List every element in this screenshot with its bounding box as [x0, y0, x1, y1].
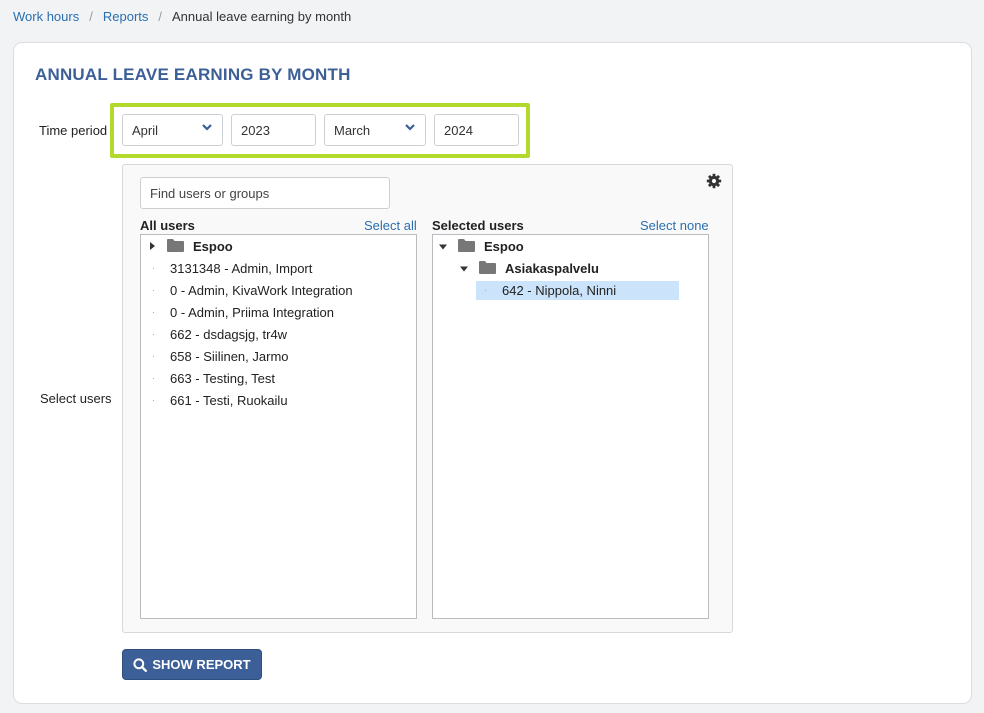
- start-year-value: 2023: [241, 122, 270, 138]
- tree-group-label: Espoo: [193, 238, 233, 254]
- tree-user-label: 3131348 - Admin, Import: [170, 260, 313, 276]
- breadcrumb-work-hours[interactable]: Work hours: [13, 9, 79, 24]
- tree-user-label: 663 - Testing, Test: [170, 370, 276, 386]
- select-users-label: Select users: [40, 391, 112, 406]
- breadcrumb: Work hours / Reports / Annual leave earn…: [13, 9, 351, 24]
- select-none-link[interactable]: Select none: [640, 218, 709, 233]
- tree-user-item[interactable]: 0 - Admin, KivaWork Integration: [141, 280, 416, 300]
- tree-user-item[interactable]: 661 - Testi, Ruokailu: [141, 390, 416, 410]
- start-month-value: April: [132, 122, 159, 138]
- tree-user-label: 658 - Siilinen, Jarmo: [170, 348, 289, 364]
- show-report-button[interactable]: SHOW REPORT: [122, 649, 262, 680]
- user-selector-panel: All users Select all Espoo 3131348 - Adm…: [122, 164, 733, 633]
- tree-dot: [153, 290, 154, 291]
- selected-users-tree: Espoo Asiakaspalvelu 642 - Nippola, Ninn…: [432, 234, 709, 619]
- tree-user-label: 661 - Testi, Ruokailu: [170, 392, 288, 408]
- tree-user-label: 662 - dsdagsjg, tr4w: [170, 326, 288, 342]
- folder-icon: [458, 239, 475, 252]
- tree-dot: [153, 400, 154, 401]
- tree-user-item[interactable]: 663 - Testing, Test: [141, 368, 416, 388]
- end-month-select[interactable]: March: [324, 114, 426, 146]
- tree-user-item[interactable]: 3131348 - Admin, Import: [141, 258, 416, 278]
- tree-dot: [153, 356, 154, 357]
- select-all-link[interactable]: Select all: [364, 218, 417, 233]
- tree-user-item[interactable]: 0 - Admin, Priima Integration: [141, 302, 416, 322]
- end-year-input[interactable]: 2024: [434, 114, 519, 146]
- search-icon: [133, 657, 148, 672]
- tree-group-espoo[interactable]: Espoo: [141, 236, 416, 256]
- tree-user-label: 642 - Nippola, Ninni: [502, 282, 617, 298]
- folder-icon: [167, 239, 184, 252]
- tree-user-label: 0 - Admin, Priima Integration: [170, 304, 335, 320]
- tree-dot: [153, 378, 154, 379]
- show-report-label: SHOW REPORT: [152, 657, 251, 672]
- tree-dot: [153, 334, 154, 335]
- tree-dot: [153, 268, 154, 269]
- breadcrumb-separator: /: [89, 9, 93, 24]
- chevron-down-icon: [405, 124, 415, 131]
- all-users-title: All users: [140, 218, 195, 233]
- breadcrumb-current: Annual leave earning by month: [172, 9, 352, 24]
- start-year-input[interactable]: 2023: [231, 114, 316, 146]
- tree-subgroup-label: Asiakaspalvelu: [505, 260, 599, 276]
- tree-dot: [153, 312, 154, 313]
- time-period-label: Time period: [39, 123, 108, 138]
- all-users-tree: Espoo 3131348 - Admin, Import 0 - Admin,…: [140, 234, 417, 619]
- report-card: ANNUAL LEAVE EARNING BY MONTH Time perio…: [13, 42, 972, 704]
- caret-down-icon: [439, 244, 447, 250]
- folder-icon: [479, 261, 496, 274]
- gear-icon[interactable]: [706, 173, 722, 189]
- selected-users-title: Selected users: [432, 218, 524, 233]
- tree-group-espoo[interactable]: Espoo: [433, 236, 708, 256]
- tree-user-item[interactable]: 662 - dsdagsjg, tr4w: [141, 324, 416, 344]
- tree-user-label: 0 - Admin, KivaWork Integration: [170, 282, 353, 298]
- tree-user-item-selected[interactable]: 642 - Nippola, Ninni: [433, 280, 708, 300]
- start-month-select[interactable]: April: [122, 114, 223, 146]
- tree-group-label: Espoo: [484, 238, 524, 254]
- caret-right-icon: [150, 242, 155, 250]
- chevron-down-icon: [202, 124, 212, 131]
- breadcrumb-separator: /: [158, 9, 163, 24]
- find-users-input[interactable]: [140, 177, 390, 209]
- tree-user-item[interactable]: 658 - Siilinen, Jarmo: [141, 346, 416, 366]
- tree-group-asiakaspalvelu[interactable]: Asiakaspalvelu: [433, 258, 708, 278]
- caret-down-icon: [460, 266, 468, 272]
- page-title: ANNUAL LEAVE EARNING BY MONTH: [35, 65, 351, 84]
- end-month-value: March: [334, 122, 371, 138]
- breadcrumb-reports[interactable]: Reports: [103, 9, 149, 24]
- tree-dot: [485, 290, 486, 291]
- end-year-value: 2024: [444, 122, 473, 138]
